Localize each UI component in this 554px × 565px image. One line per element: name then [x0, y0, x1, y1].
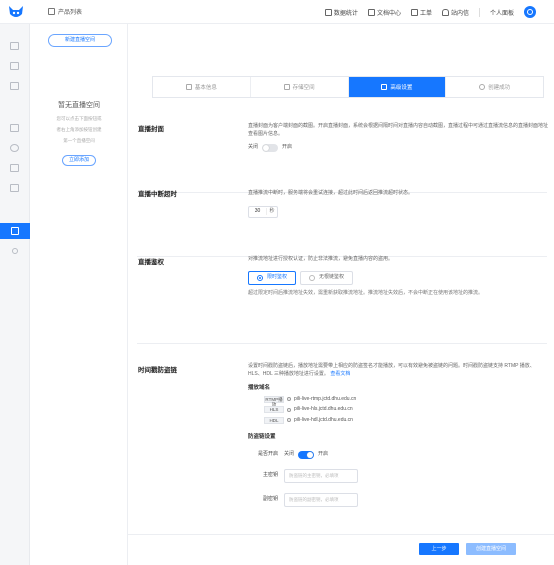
dashboard-icon[interactable]	[10, 42, 19, 50]
empty-title: 暂无直播空间	[58, 102, 100, 109]
add-now-button[interactable]: 立即添加	[62, 155, 96, 166]
monitor-icon[interactable]	[10, 164, 19, 172]
radio-icon	[257, 274, 263, 281]
primary-key-row: 主密钥 防盗链的主密钥，必填项	[248, 468, 548, 483]
app-window: 产品列表 数据统计 文档中心 工单 站内信 个人面板 新建直播空间 暂无直播空间…	[0, 0, 554, 565]
auth-section: 直播鉴权 对推流地址进行授权认证，防止非法推流，避免直播内容的盗用。 限时鉴权 …	[137, 256, 547, 344]
live-icon	[11, 227, 19, 235]
domain-tag: HDL	[264, 416, 284, 424]
enable-row: 是否开启 关闭 开启	[257, 450, 329, 459]
footer-bar: 上一步 创建直播空间	[128, 534, 554, 565]
domain-row: HLS pili-live-hls.jctd.dhu.edu.cn	[264, 406, 548, 414]
anti-leech-section: 时间戳防盗链 设置时间戳防盗链后，播放地址需要带上相应的防盗签名才能播放，可以有…	[137, 343, 547, 534]
nav-messages[interactable]: 站内信	[441, 8, 469, 17]
avatar[interactable]	[524, 6, 536, 18]
storage-icon	[283, 84, 290, 90]
live-icon-active[interactable]	[0, 223, 30, 239]
anti-leech-title: 时间戳防盗链	[138, 367, 177, 374]
empty-desc-line: 者右上角添加按钮创建	[56, 127, 102, 132]
timeout-desc: 直播推流中断时，服务端将会重试连接，超过此时间后返回推流超时状态。	[248, 190, 414, 196]
domain-row: HDL pili-live-hdl.jctd.dhu.edu.cn	[264, 417, 548, 425]
empty-desc-line: 第一个直播空间	[63, 138, 95, 143]
top-bar: 产品列表 数据统计 文档中心 工单 站内信 个人面板	[0, 0, 554, 24]
prev-button[interactable]: 上一步	[419, 543, 459, 555]
nav-divider	[478, 7, 480, 17]
doc-link[interactable]: 查看文档	[330, 371, 350, 377]
cover-toggle-row: 关闭 开启	[248, 144, 293, 152]
auth-title: 直播鉴权	[138, 259, 164, 266]
chart-icon	[324, 8, 332, 16]
auth-options: 限时鉴权 无根链鉴权	[248, 270, 548, 285]
top-nav: 数据统计 文档中心 工单 站内信 个人面板	[324, 6, 536, 18]
breadcrumb[interactable]: 产品列表	[48, 7, 82, 16]
bell-icon	[441, 8, 449, 16]
primary-key-input[interactable]: 防盗链的主密钥，必填项	[284, 468, 358, 483]
logo-icon	[9, 6, 23, 17]
domain-row: RTMP播放 pili-live-rtmp.jctd.dhu.edu.cn	[264, 395, 357, 407]
secondary-key-row: 副密钥 防盗链的副密钥，必填项	[248, 492, 548, 507]
secondary-key-input[interactable]: 防盗链的副密钥，必填项	[284, 492, 358, 507]
cover-body: 直播封面为客户端封面的截图。开启直播封面，系统会根据间隔时间对直播内容自动截图，…	[248, 123, 548, 152]
video-icon[interactable]	[10, 62, 19, 70]
more-icon[interactable]	[12, 248, 18, 254]
new-space-button[interactable]: 新建直播空间	[48, 34, 112, 47]
anti-leech-desc: 设置时间戳防盗链后，播放地址需要带上相应的防盗签名才能播放，可以有效避免被盗链的…	[248, 363, 535, 377]
anti-leech-toggle[interactable]	[298, 450, 315, 459]
nav-user[interactable]: 个人面板	[490, 8, 514, 17]
step-success[interactable]: 创建成功	[446, 77, 543, 97]
domains-title: 播放域名	[248, 385, 271, 391]
nav-tickets[interactable]: 工单	[410, 8, 432, 17]
settings-icon	[381, 84, 388, 90]
empty-desc-line: 您可以点击下面按钮或	[56, 116, 102, 121]
ticket-icon	[410, 8, 418, 16]
auth-desc: 对推流地址进行授权认证，防止非法推流，避免直播内容的盗用。	[248, 256, 394, 262]
auth-option-no-root[interactable]: 无根链鉴权	[300, 270, 354, 285]
gear-icon[interactable]	[10, 184, 19, 192]
timeout-section: 直播中断超时 直播推流中断时，服务端将会重试连接，超过此时间后返回推流超时状态。…	[137, 188, 547, 257]
breadcrumb-label: 产品列表	[58, 10, 83, 16]
auth-option-timed[interactable]: 限时鉴权	[248, 270, 297, 285]
radio-icon	[309, 274, 316, 281]
timeout-input[interactable]: 30 秒	[248, 205, 278, 218]
cover-desc: 直播封面为客户端封面的截图。开启直播封面，系统会根据间隔时间对直播内容自动截图，…	[248, 123, 549, 137]
nav-docs[interactable]: 文档中心	[367, 8, 401, 17]
cover-toggle[interactable]	[262, 144, 279, 152]
space-list-panel: 新建直播空间 暂无直播空间 您可以点击下面按钮或 者右上角添加按钮创建 第一个直…	[30, 24, 128, 565]
check-icon	[479, 84, 486, 90]
cdn-icon[interactable]	[10, 144, 19, 152]
timeout-body: 直播推流中断时，服务端将会重试连接，超过此时间后返回推流超时状态。 30 秒	[248, 190, 548, 218]
copy-icon[interactable]	[287, 418, 291, 423]
main-content: 基本信息 存储空间 高级设置 创建成功 直播封面 直播封面为客户端封面的截图。开…	[128, 24, 554, 565]
copy-icon[interactable]	[287, 407, 291, 412]
copy-icon[interactable]	[287, 397, 291, 402]
domain-tag: HLS	[264, 406, 284, 414]
settings-title: 防盗链设置	[248, 434, 276, 440]
timeout-title: 直播中断超时	[138, 191, 177, 198]
document-icon	[367, 8, 375, 16]
domain-tag: RTMP播放	[264, 395, 284, 407]
create-space-button[interactable]: 创建直播空间	[466, 543, 516, 555]
step-advanced[interactable]: 高级设置	[348, 77, 447, 97]
storage-icon[interactable]	[10, 124, 19, 132]
grid-icon	[48, 8, 55, 15]
domain-list: RTMP播放 pili-live-rtmp.jctd.dhu.edu.cn HL…	[264, 396, 548, 425]
icon-rail	[0, 24, 30, 565]
auth-note: 超过限定时间后推流地址失效，需重新获取推流地址。推流地址失效后，不会中断正在使用…	[248, 289, 484, 296]
step-basic-info[interactable]: 基本信息	[153, 77, 251, 97]
nav-stats[interactable]: 数据统计	[324, 8, 358, 17]
analytics-icon[interactable]	[10, 82, 19, 90]
auth-body: 对推流地址进行授权认证，防止非法推流，避免直播内容的盗用。 限时鉴权 无根链鉴权…	[248, 256, 548, 297]
cover-title: 直播封面	[138, 126, 164, 133]
step-storage[interactable]: 存储空间	[251, 77, 349, 97]
anti-leech-body: 设置时间戳防盗链后，播放地址需要带上相应的防盗签名才能播放，可以有效避免被盗链的…	[248, 363, 548, 507]
steps-bar: 基本信息 存储空间 高级设置 创建成功	[152, 76, 544, 98]
info-icon	[185, 84, 192, 90]
cover-section: 直播封面 直播封面为客户端封面的截图。开启直播封面，系统会根据间隔时间对直播内容…	[137, 123, 548, 193]
